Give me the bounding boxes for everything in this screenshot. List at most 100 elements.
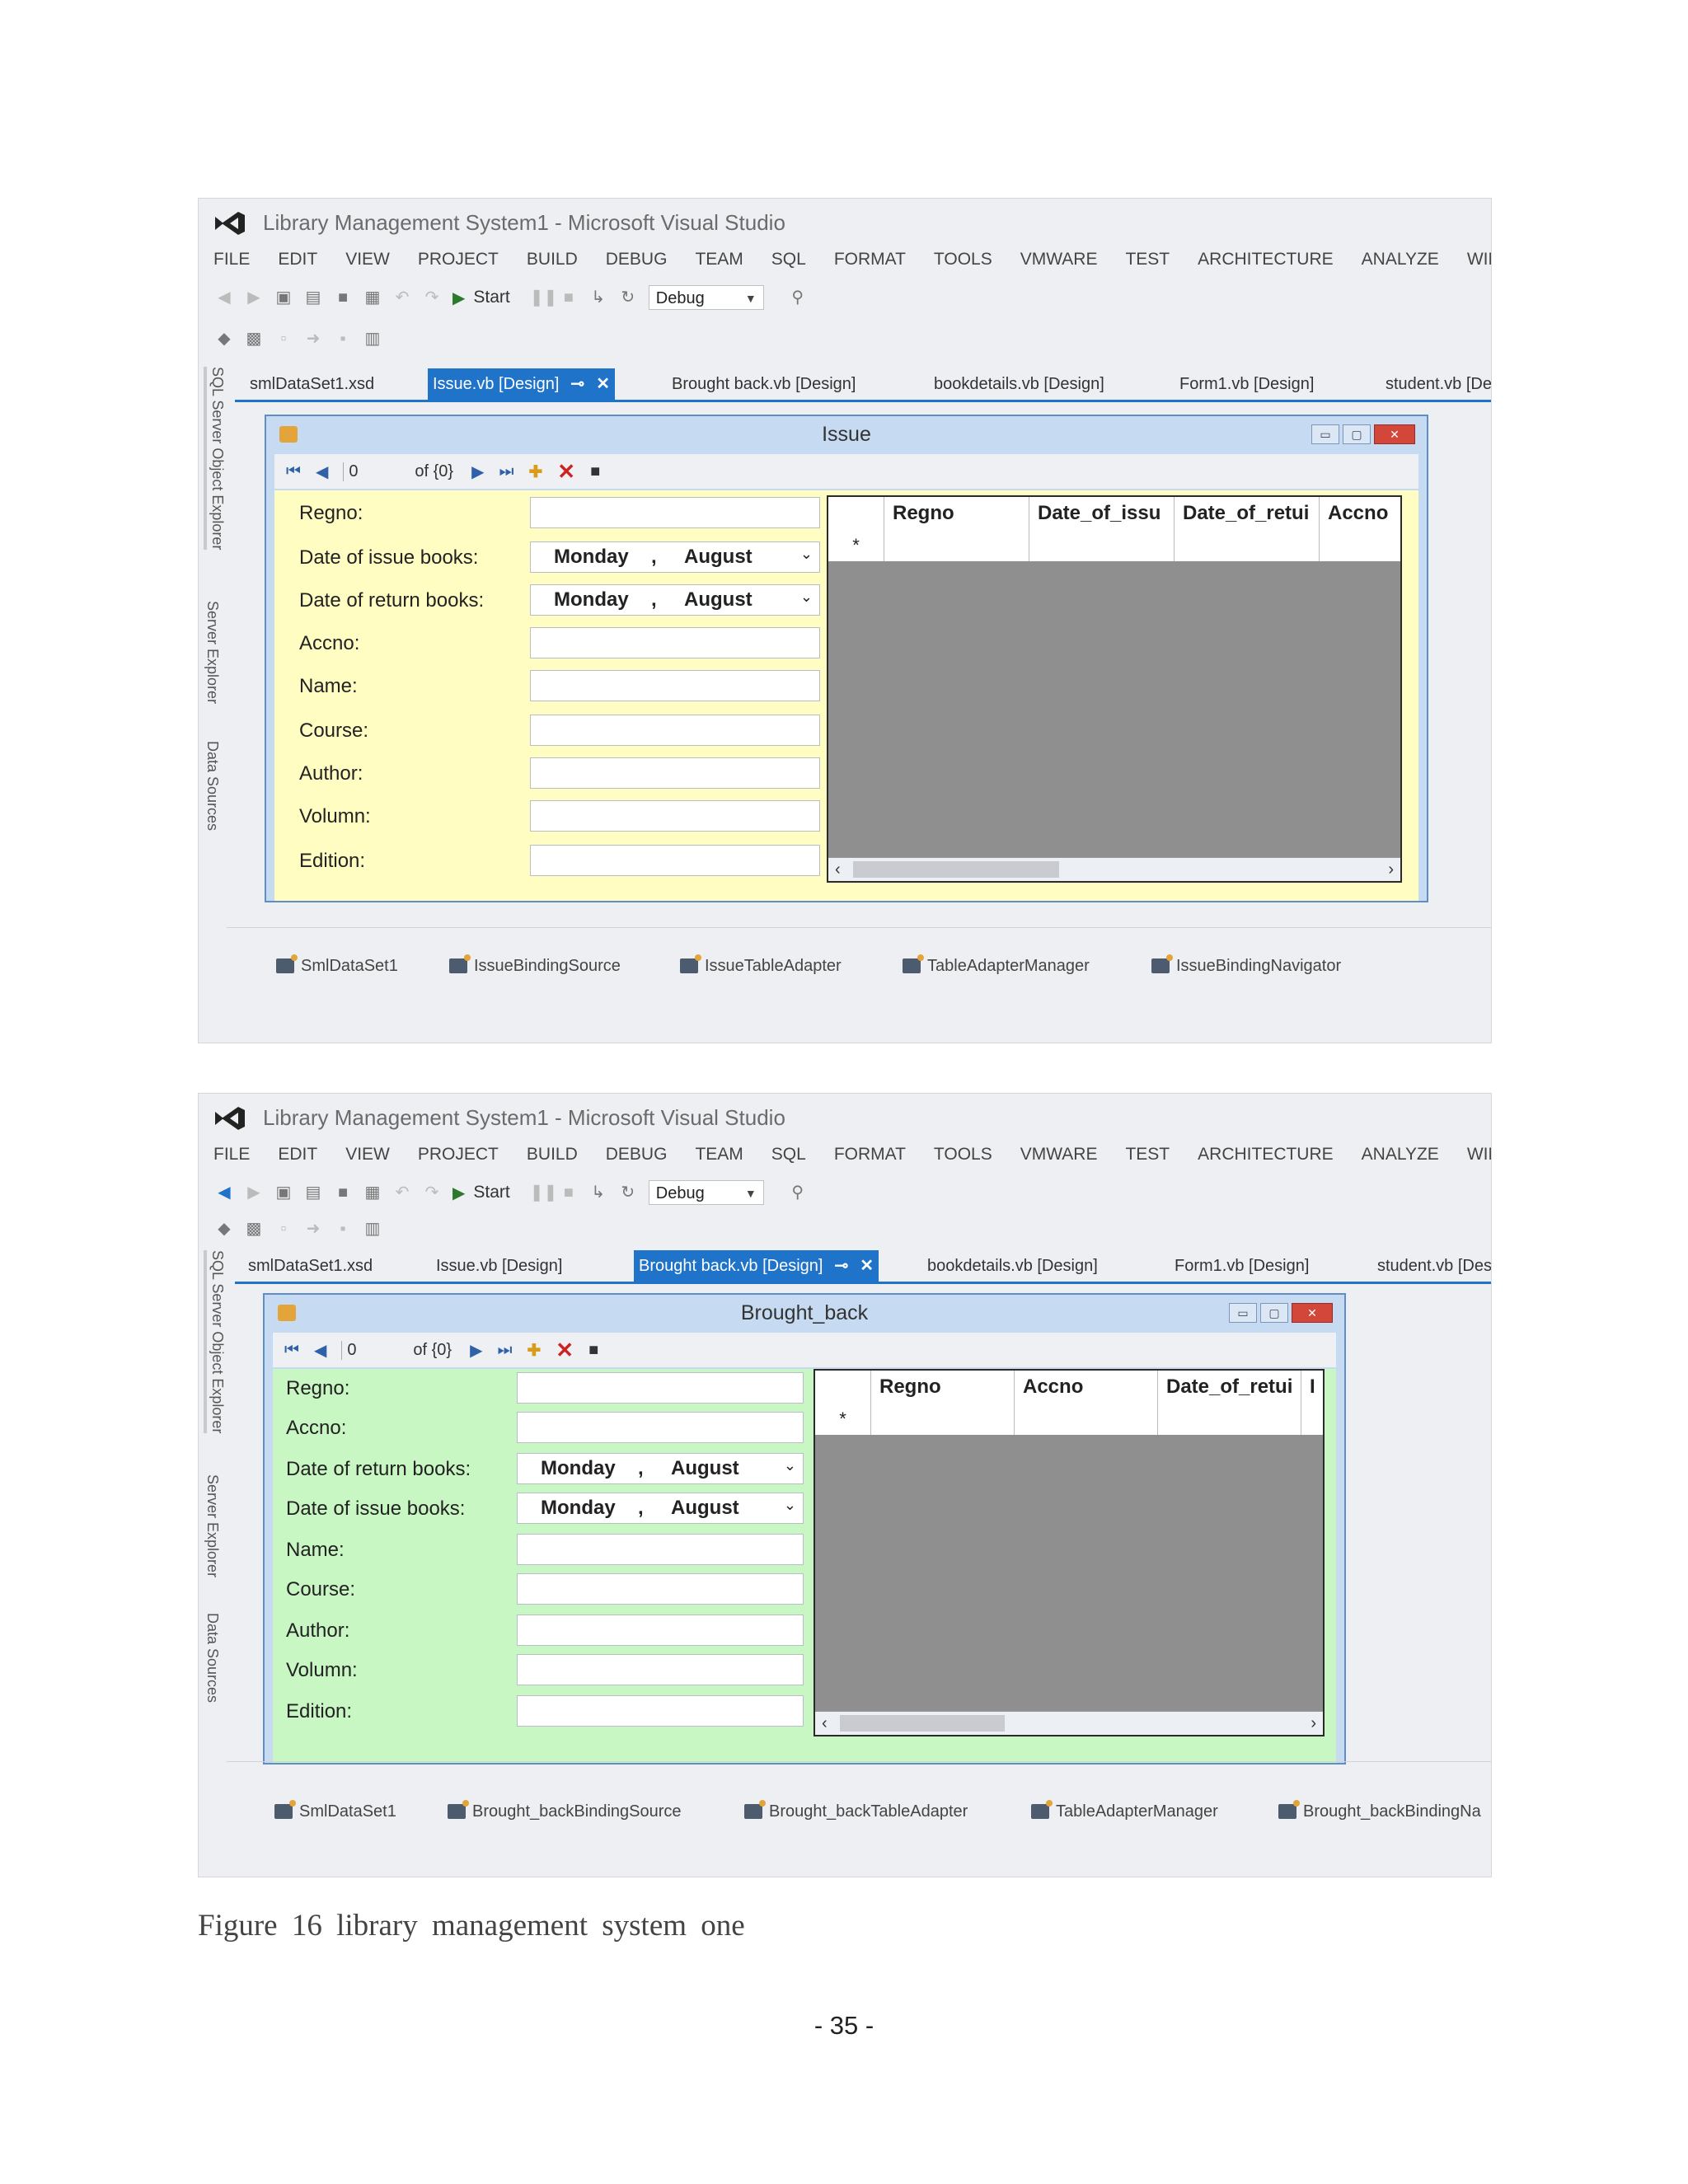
form-window-issue[interactable]: Issue ▭ ▢ ✕ ⏮ ◀ 0 of {0} ▶ ⏭ ✚ ✕ ■ Regno… — [265, 415, 1428, 902]
move-first-icon[interactable]: ⏮ — [286, 462, 301, 481]
name-input[interactable] — [530, 670, 820, 701]
maximize-icon[interactable]: ▢ — [1260, 1303, 1288, 1323]
tab-bookdetails-design[interactable]: bookdetails.vb [Design] — [929, 368, 1109, 400]
menu-team[interactable]: TEAM — [695, 1140, 743, 1169]
grid-cell[interactable] — [1158, 1404, 1301, 1435]
menu-vmware[interactable]: VMWARE — [1020, 1140, 1098, 1169]
save-all-icon[interactable]: ▦ — [363, 288, 382, 307]
server-explorer-tab[interactable]: Server Explorer — [204, 1474, 221, 1577]
volumn-input[interactable] — [530, 800, 820, 832]
column-header-date-of-return[interactable]: Date_of_retui — [1175, 497, 1320, 530]
menu-view[interactable]: VIEW — [345, 1140, 390, 1169]
component-tableadaptermanager[interactable]: TableAdapterManager — [903, 949, 1090, 982]
regno-input[interactable] — [517, 1372, 804, 1404]
component-smldataset1[interactable]: SmlDataSet1 — [274, 1795, 396, 1828]
date-of-return-picker[interactable]: Monday , August ⌄ — [517, 1453, 804, 1484]
component-issuebindingsource[interactable]: IssueBindingSource — [449, 949, 621, 982]
menu-view[interactable]: VIEW — [345, 245, 390, 274]
position-box[interactable]: 0 — [341, 1340, 405, 1360]
horizontal-scrollbar[interactable]: ‹ › — [828, 857, 1400, 881]
step-icon[interactable]: ↳ — [589, 1183, 607, 1202]
column-header-partial[interactable]: I — [1301, 1371, 1323, 1404]
delete-icon[interactable]: ✕ — [556, 1338, 574, 1363]
find-icon[interactable]: ⚲ — [789, 1183, 807, 1202]
component-brought-back-binding-source[interactable]: Brought_backBindingSource — [448, 1795, 682, 1828]
pin-icon[interactable]: ⊸ — [570, 375, 584, 393]
component-issuebindingnavigator[interactable]: IssueBindingNavigator — [1151, 949, 1341, 982]
undo-icon[interactable]: ↶ — [393, 288, 411, 307]
menu-sql[interactable]: SQL — [771, 245, 806, 274]
volumn-input[interactable] — [517, 1654, 804, 1685]
menu-build[interactable]: BUILD — [527, 1140, 578, 1169]
component-tableadaptermanager[interactable]: TableAdapterManager — [1031, 1795, 1218, 1828]
edition-input[interactable] — [530, 845, 820, 876]
server-explorer-tab[interactable]: Server Explorer — [204, 601, 221, 704]
scroll-thumb[interactable] — [853, 861, 1059, 878]
tab-form1-design[interactable]: Form1.vb [Design] — [1175, 368, 1319, 400]
refresh-icon[interactable]: ↻ — [619, 288, 637, 307]
menu-debug[interactable]: DEBUG — [606, 245, 668, 274]
save-icon[interactable]: ■ — [334, 288, 352, 307]
scroll-right-icon[interactable]: › — [1388, 858, 1394, 881]
find-icon[interactable]: ⚲ — [789, 288, 807, 307]
author-input[interactable] — [517, 1615, 804, 1646]
menu-window[interactable]: WINDOW — [1467, 245, 1491, 274]
align-icon[interactable]: ▫ — [274, 1220, 293, 1238]
chevron-down-icon[interactable]: ⌄ — [784, 1497, 796, 1514]
menu-file[interactable]: FILE — [213, 245, 250, 274]
close-icon[interactable]: ✕ — [1374, 424, 1415, 444]
menu-tools[interactable]: TOOLS — [934, 1140, 992, 1169]
component-brought-back-binding-navigator[interactable]: Brought_backBindingNa — [1278, 1795, 1481, 1828]
position-box[interactable]: 0 — [343, 462, 406, 481]
scroll-left-icon[interactable]: ‹ — [822, 1712, 828, 1735]
scroll-right-icon[interactable]: › — [1311, 1712, 1316, 1735]
menu-architecture[interactable]: ARCHITECTURE — [1198, 245, 1334, 274]
grid-cell[interactable] — [1015, 1404, 1158, 1435]
horizontal-scrollbar[interactable]: ‹ › — [815, 1711, 1323, 1735]
data-sources-tab[interactable]: Data Sources — [204, 1613, 221, 1703]
data-sources-tab[interactable]: Data Sources — [204, 741, 221, 831]
column-header-accno[interactable]: Accno — [1015, 1371, 1158, 1404]
minimize-icon[interactable]: ▭ — [1311, 424, 1339, 444]
tab-brought-back-design[interactable]: Brought back.vb [Design] — [667, 368, 860, 400]
column-header-regno[interactable]: Regno — [884, 497, 1029, 530]
regno-input[interactable] — [530, 497, 820, 528]
menu-build[interactable]: BUILD — [527, 245, 578, 274]
open-file-icon[interactable]: ▤ — [304, 1183, 322, 1202]
data-icon[interactable]: ◆ — [215, 330, 233, 348]
move-first-icon[interactable]: ⏮ — [284, 1341, 299, 1360]
menu-edit[interactable]: EDIT — [278, 1140, 317, 1169]
column-header-date-of-return[interactable]: Date_of_retui — [1158, 1371, 1301, 1404]
chevron-down-icon[interactable]: ⌄ — [800, 546, 813, 563]
accno-input[interactable] — [530, 627, 820, 658]
menu-format[interactable]: FORMAT — [834, 245, 906, 274]
menu-project[interactable]: PROJECT — [418, 245, 499, 274]
start-debug-button[interactable]: ▶ Start — [452, 1183, 510, 1203]
data-icon[interactable]: ◆ — [215, 1220, 233, 1238]
back-icon[interactable]: ◀ — [215, 1183, 233, 1202]
name-input[interactable] — [517, 1534, 804, 1565]
grid-new-row[interactable]: * — [815, 1404, 1323, 1435]
component-brought-back-table-adapter[interactable]: Brought_backTableAdapter — [744, 1795, 968, 1828]
menu-file[interactable]: FILE — [213, 1140, 250, 1169]
close-icon[interactable]: ✕ — [860, 1257, 874, 1275]
save-data-icon[interactable]: ■ — [588, 1341, 598, 1360]
tab-form1-design[interactable]: Form1.vb [Design] — [1170, 1250, 1314, 1282]
tab-bookdetails-design[interactable]: bookdetails.vb [Design] — [922, 1250, 1103, 1282]
grid-new-row[interactable]: * — [828, 530, 1400, 561]
chevron-down-icon[interactable]: ⌄ — [784, 1457, 796, 1474]
pause-icon[interactable]: ❚❚ — [530, 1183, 558, 1202]
column-header-regno[interactable]: Regno — [871, 1371, 1015, 1404]
tab-order-icon[interactable]: ▥ — [363, 1220, 382, 1238]
menu-test[interactable]: TEST — [1125, 245, 1170, 274]
move-last-icon[interactable]: ⏭ — [498, 1341, 513, 1360]
new-project-icon[interactable]: ▣ — [274, 288, 293, 307]
tab-student-design[interactable]: student.vb [Design] — [1372, 1250, 1491, 1282]
accno-input[interactable] — [517, 1412, 804, 1443]
date-of-issue-picker[interactable]: Monday , August ⌄ — [530, 541, 820, 573]
pause-icon[interactable]: ❚❚ — [530, 288, 558, 307]
author-input[interactable] — [530, 757, 820, 789]
chevron-down-icon[interactable]: ⌄ — [800, 588, 813, 606]
menu-test[interactable]: TEST — [1125, 1140, 1170, 1169]
sql-server-object-explorer-tab[interactable]: SQL Server Object Explorer — [204, 367, 226, 551]
